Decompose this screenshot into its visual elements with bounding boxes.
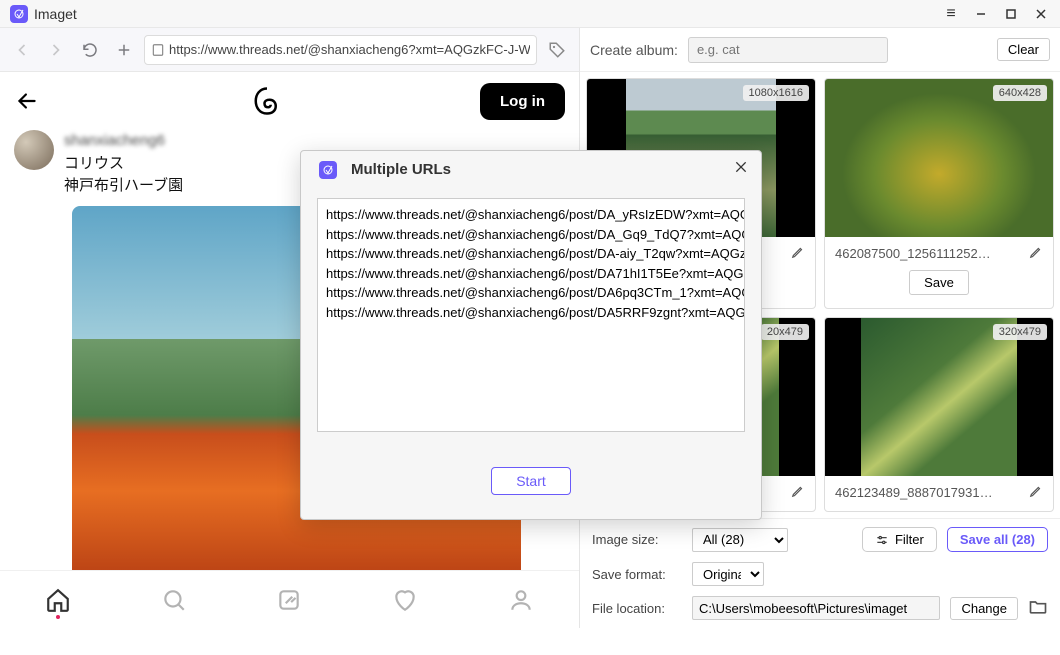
edit-icon[interactable] [791,484,805,501]
app-name: Imaget [34,6,77,22]
minimize-button[interactable] [966,1,996,27]
edit-icon[interactable] [1029,484,1043,501]
folder-icon[interactable] [1028,597,1048,620]
thumbnail: 640x428 [825,79,1053,237]
nav-compose-icon[interactable] [276,587,302,613]
nav-profile-icon[interactable] [508,587,534,613]
edit-icon[interactable] [791,245,805,262]
dimension-badge: 1080x1616 [743,85,809,101]
post-line-2: 神戸布引ハーブ園 [64,175,183,198]
album-input[interactable] [688,37,888,63]
bottom-controls: Image size: All (28) Filter Save all (28… [580,518,1060,628]
image-card[interactable]: 320x479 462123489_888701793192226_295 [824,317,1054,513]
image-size-select[interactable]: All (28) [692,528,788,552]
file-location-input[interactable] [692,596,940,620]
save-format-select[interactable]: Original [692,562,764,586]
titlebar: Imaget ≡ [0,0,1060,28]
modal-title: Multiple URLs [351,161,725,178]
post-line-1: コリウス [64,153,183,176]
filename: 462087500_1256111252365639_26 [835,246,995,261]
save-all-button[interactable]: Save all (28) [947,527,1048,552]
image-size-label: Image size: [592,532,682,547]
file-location-label: File location: [592,601,682,616]
login-button[interactable]: Log in [480,83,565,120]
nav-home-icon[interactable] [45,587,71,613]
image-card[interactable]: 640x428 462087500_1256111252365639_26 Sa… [824,78,1054,309]
modal-close-icon[interactable] [733,159,749,180]
clear-button[interactable]: Clear [997,38,1050,61]
hamburger-menu[interactable]: ≡ [936,1,966,27]
filename: 462123489_888701793192226_295 [835,485,995,500]
edit-icon[interactable] [1029,245,1043,262]
threads-header: Log in [0,72,579,130]
thumbnail: 320x479 [825,318,1053,476]
save-format-label: Save format: [592,567,682,582]
multiple-urls-dialog: Multiple URLs Start [300,150,762,520]
dimension-badge: 20x479 [761,324,809,340]
url-input[interactable] [169,42,530,57]
url-box [144,35,537,65]
avatar [14,130,54,170]
nav-forward-icon[interactable] [42,36,70,64]
close-button[interactable] [1026,1,1056,27]
threads-logo-icon [54,86,480,116]
nav-back-icon[interactable] [8,36,36,64]
tag-icon[interactable] [543,36,571,64]
save-button[interactable]: Save [909,270,969,295]
dimension-badge: 320x479 [993,324,1047,340]
app-logo-icon [10,5,28,23]
dimension-badge: 640x428 [993,85,1047,101]
nav-activity-icon[interactable] [392,587,418,613]
page-icon [151,43,169,57]
start-button[interactable]: Start [491,467,571,495]
maximize-button[interactable] [996,1,1026,27]
nav-search-icon[interactable] [161,587,187,613]
filter-button[interactable]: Filter [862,527,937,552]
reload-icon[interactable] [76,36,104,64]
threads-back-icon[interactable] [14,88,54,114]
change-button[interactable]: Change [950,597,1018,620]
profile-username: shanxiacheng6 [64,130,165,153]
new-tab-icon[interactable] [110,36,138,64]
threads-bottom-nav [0,570,579,628]
modal-logo-icon [319,161,337,179]
album-header: Create album: Clear [580,28,1060,72]
browser-toolbar [0,28,579,72]
urls-textarea[interactable] [317,198,745,432]
album-label: Create album: [590,42,678,58]
